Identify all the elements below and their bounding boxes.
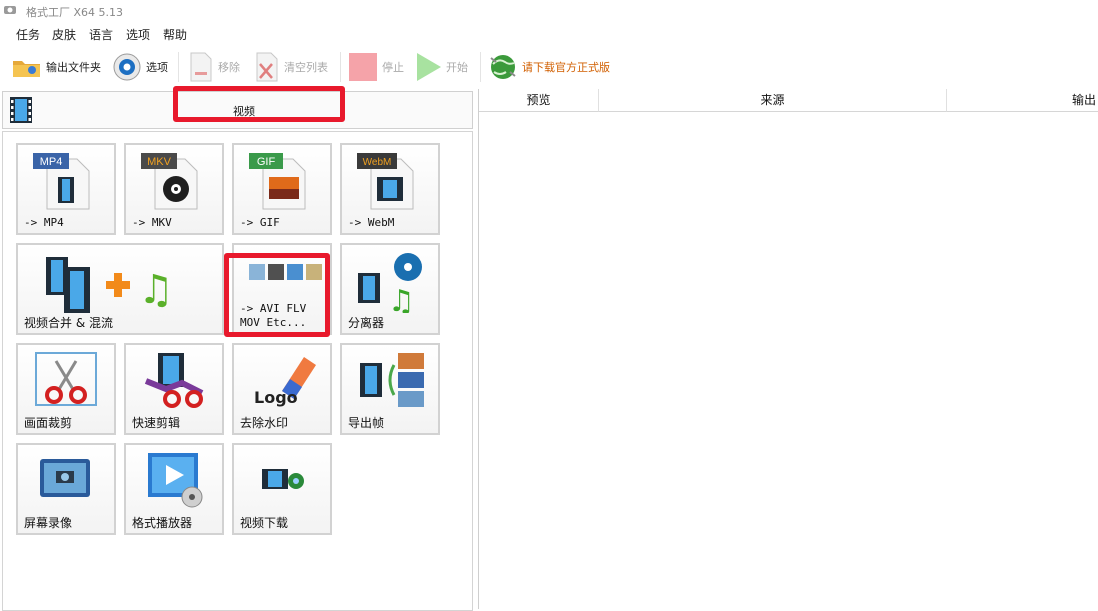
menu-task[interactable]: 任务 [16,26,40,43]
tile-label: 画面裁剪 [24,416,73,430]
official-download-link[interactable]: 请下载官方正式版 [488,50,610,84]
mkv-file-icon: MKV [141,153,198,210]
clear-list-icon [256,52,278,82]
video-download-icon [262,469,304,489]
tile-label: 格式播放器 [132,516,193,530]
menu-options[interactable]: 选项 [126,26,150,43]
svg-text:♫: ♫ [138,267,174,313]
video-download-tile[interactable]: 视频下载 [232,443,332,535]
tool-grid: MP4 -> MP4 MKV -> MKV GIF -> GIF WebM ->… [2,131,473,611]
demux-icon: ♫ [358,253,422,313]
clear-list-label: 清空列表 [284,61,328,74]
folder-icon [13,61,40,77]
remove-label: 移除 [218,61,240,74]
play-icon [417,53,441,81]
title-bar: 格式工厂 X64 5.13 [0,0,1098,22]
menu-language[interactable]: 语言 [89,26,113,43]
convert-other-formats-tile[interactable]: -> AVI FLV MOV Etc... [232,243,332,335]
stop-icon [349,53,377,81]
gif-badge: GIF [257,156,276,168]
stop-label: 停止 [382,61,404,74]
clear-list-button[interactable]: 清空列表 [254,50,328,84]
format-player-tile[interactable]: 格式播放器 [124,443,224,535]
webm-file-icon: WebM [357,153,414,210]
output-folder-label: 输出文件夹 [46,61,101,74]
screen-recorder-icon [40,459,90,497]
column-header-preview[interactable]: 预览 [479,89,599,112]
svg-text:♫: ♫ [388,284,415,313]
tile-label: 导出帧 [348,416,385,430]
app-logo-icon [4,6,16,14]
remove-file-icon [190,52,212,82]
mkv-badge: MKV [147,156,172,168]
globe-icon [490,55,516,79]
remove-button[interactable]: 移除 [188,50,240,84]
tile-label: -> GIF [240,216,280,229]
menu-bar: 任务 皮肤 语言 选项 帮助 [0,24,1098,44]
quick-clip-tile[interactable]: 快速剪辑 [124,343,224,435]
video-merge-mux-tile[interactable]: ♫ 视频合并 & 混流 [16,243,224,335]
window-title: 格式工厂 X64 5.13 [26,6,124,19]
gear-icon [113,53,141,81]
gif-file-icon: GIF [249,153,306,210]
options-button[interactable]: 选项 [112,50,168,84]
category-header-video[interactable]: 视频 [2,86,473,129]
tile-label: 快速剪辑 [132,416,181,430]
promo-label: 请下载官方正式版 [522,61,610,74]
cut-video-icon [144,353,204,408]
logo-watermark-text: Logo [254,388,298,407]
multi-format-icon [249,264,322,280]
tile-label: 视频下载 [240,516,289,530]
tool-panel: 视频 MP4 -> MP4 MKV -> MKV GIF -> GIF WebM… [0,86,473,611]
column-header-output[interactable]: 输出 [947,89,1098,112]
remove-watermark-tile[interactable]: Logo 去除水印 [232,343,332,435]
crop-tile[interactable]: 画面裁剪 [16,343,116,435]
tile-label: -> MKV [132,216,172,229]
column-header-source[interactable]: 来源 [599,89,947,112]
export-frames-tile[interactable]: 导出帧 [340,343,440,435]
tile-label: 视频合并 & 混流 [24,316,113,330]
demuxer-tile[interactable]: ♫ 分离器 [340,243,440,335]
task-list-panel: 预览 来源 输出 [478,89,1098,609]
output-folder-button[interactable]: 输出文件夹 [12,50,101,84]
film-icon [10,97,32,123]
menu-help[interactable]: 帮助 [163,26,187,43]
convert-webm-tile[interactable]: WebM -> WebM [340,143,440,235]
highlight-box [173,86,345,122]
tile-label: -> MP4 [24,216,64,229]
mp4-file-icon: MP4 [33,153,90,210]
stop-button[interactable]: 停止 [348,50,404,84]
toolbar-separator [340,52,341,82]
start-label: 开始 [446,61,468,74]
mp4-badge: MP4 [40,156,63,168]
convert-gif-tile[interactable]: GIF -> GIF [232,143,332,235]
tile-label: 分离器 [348,316,385,330]
tile-label: 屏幕录像 [24,516,73,530]
webm-badge: WebM [363,157,392,168]
toolbar-separator [178,52,179,82]
menu-skin[interactable]: 皮肤 [52,26,76,43]
tile-label: 去除水印 [240,416,289,430]
convert-mp4-tile[interactable]: MP4 -> MP4 [16,143,116,235]
scissors-icon [35,352,97,406]
convert-mkv-tile[interactable]: MKV -> MKV [124,143,224,235]
start-button[interactable]: 开始 [416,50,468,84]
options-label: 选项 [146,61,168,74]
tile-label: -> WebM [348,216,395,229]
merge-video-audio-icon: ♫ [46,257,174,313]
media-player-icon [148,453,203,508]
toolbar-separator [480,52,481,82]
toolbar: 输出文件夹 选项 移除 清空列表 停止 开始 请下载官方正式版 [0,46,1098,88]
export-frames-icon [360,353,424,407]
tile-label: -> AVI FLV MOV Etc... [240,302,307,329]
screen-record-tile[interactable]: 屏幕录像 [16,443,116,535]
eraser-icon: Logo [254,357,316,407]
